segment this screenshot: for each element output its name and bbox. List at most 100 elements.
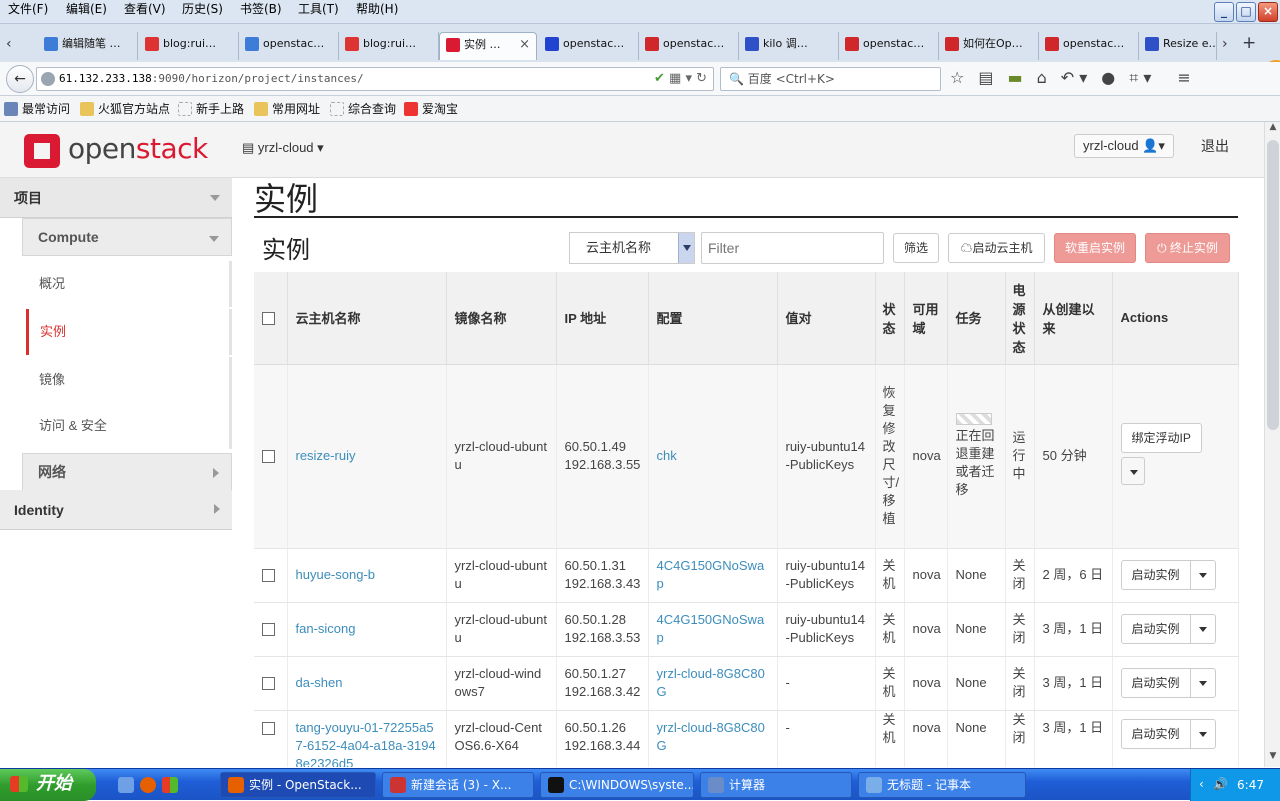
taskbar-task-3[interactable]: 计算器	[700, 772, 852, 798]
sidebar-item-access-security[interactable]: 访问 & 安全	[26, 403, 232, 449]
flavor-link[interactable]: chk	[657, 448, 677, 463]
minimize-button[interactable]: _	[1214, 2, 1234, 22]
instance-name-link[interactable]: da-shen	[296, 675, 343, 690]
tab-0[interactable]: 编辑随笔 …	[38, 32, 138, 60]
tab-5[interactable]: openstac…	[539, 32, 639, 60]
soft-reboot-button[interactable]: 软重启实例	[1054, 233, 1136, 263]
flavor-cell[interactable]: 4C4G150GNoSwap	[648, 602, 778, 657]
tab-3[interactable]: blog:rui…	[339, 32, 439, 60]
firefox-icon[interactable]	[140, 777, 156, 793]
start-instance-button[interactable]: 启动实例	[1122, 615, 1191, 643]
row-checkbox[interactable]	[262, 450, 275, 464]
page-scrollbar[interactable]: ▲ ▼	[1264, 122, 1280, 767]
new-tab-icon[interactable]: +	[1242, 33, 1256, 53]
menu-history[interactable]: 历史(S)	[182, 0, 223, 20]
col-age[interactable]: 从创建以来	[1034, 272, 1113, 365]
scroll-up-icon[interactable]: ▲	[1265, 122, 1280, 138]
tab-6[interactable]: openstac…	[639, 32, 739, 60]
instance-name-cell[interactable]: da-shen	[287, 656, 447, 711]
url-bar[interactable]: 61.132.233.138:9090/horizon/project/inst…	[36, 67, 714, 91]
col-status[interactable]: 状态	[875, 272, 905, 365]
select-all-checkbox-cell[interactable]	[254, 272, 288, 365]
logout-link[interactable]: 退出	[1201, 136, 1229, 156]
search-input[interactable]: 🔍 百度 <Ctrl+K>	[720, 67, 941, 91]
select-all-checkbox[interactable]	[262, 312, 275, 326]
flavor-link[interactable]: 4C4G150GNoSwap	[657, 558, 765, 591]
instance-name-link[interactable]: fan-sicong	[296, 621, 356, 636]
instance-name-link[interactable]: resize-ruiy	[296, 448, 356, 463]
row-checkbox[interactable]	[262, 677, 275, 691]
bookmark-common-sites[interactable]: 常用网址	[254, 100, 320, 118]
user-menu[interactable]: yrzl-cloud 👤▾	[1074, 134, 1174, 158]
col-flavor[interactable]: 配置	[648, 272, 778, 365]
sidebar-item-overview[interactable]: 概况	[26, 261, 232, 307]
taskbar-task-1[interactable]: 新建会话 (3) - X...	[382, 772, 534, 798]
project-selector[interactable]: ▤ yrzl-cloud ▾	[242, 140, 324, 156]
start-instance-button[interactable]: 启动实例	[1122, 669, 1191, 697]
bookmark-most-visited[interactable]: 最常访问	[4, 100, 70, 118]
tray-arrow-icon[interactable]: ‹	[1199, 777, 1204, 791]
menu-edit[interactable]: 编辑(E)	[66, 0, 107, 20]
col-task[interactable]: 任务	[947, 272, 1006, 365]
sidebar-identity[interactable]: Identity	[0, 490, 232, 530]
start-button[interactable]: 开始	[0, 769, 96, 801]
flavor-cell[interactable]: yrzl-cloud-8G8C80G	[648, 656, 778, 711]
instance-name-link[interactable]: tang-youyu-01-72255a57-6152-4a04-a18a-31…	[296, 720, 436, 768]
sidebar-compute[interactable]: Compute	[22, 218, 232, 256]
chat-icon[interactable]: ●	[1101, 68, 1115, 92]
scrollbar-thumb[interactable]	[1267, 140, 1279, 430]
more-actions-dropdown[interactable]	[1120, 456, 1145, 485]
back-button[interactable]: ←	[6, 65, 34, 93]
windows-icon[interactable]	[162, 777, 178, 793]
shield-icon[interactable]: ✔ ▦ ▾ ↻	[654, 71, 707, 86]
filter-button[interactable]: 筛选	[893, 233, 939, 263]
row-checkbox[interactable]	[262, 623, 275, 637]
tab-4[interactable]: 实例 … ×	[439, 32, 537, 60]
flavor-cell[interactable]: chk	[648, 364, 778, 549]
instance-name-cell[interactable]: tang-youyu-01-72255a57-6152-4a04-a18a-31…	[287, 710, 447, 768]
tab-9[interactable]: 如何在Op…	[939, 32, 1039, 60]
home-icon[interactable]: ⌂	[1037, 68, 1047, 92]
col-zone[interactable]: 可用域	[904, 272, 948, 365]
close-tab-icon[interactable]: ×	[519, 33, 530, 57]
row-checkbox-cell[interactable]	[254, 602, 288, 657]
hamburger-menu-icon[interactable]: ≡	[1177, 68, 1190, 92]
volume-icon[interactable]: 🔊	[1213, 777, 1228, 791]
tab-8[interactable]: openstac…	[839, 32, 939, 60]
downloads-icon[interactable]: ▬	[1007, 68, 1022, 92]
site-identity-icon[interactable]	[41, 72, 55, 86]
row-checkbox[interactable]	[262, 569, 275, 583]
more-actions-dropdown[interactable]	[1191, 561, 1215, 589]
flavor-link[interactable]: yrzl-cloud-8G8C80G	[657, 666, 765, 699]
row-checkbox-cell[interactable]	[254, 710, 288, 767]
start-instance-button[interactable]: 启动实例	[1122, 561, 1191, 589]
instance-name-cell[interactable]: resize-ruiy	[287, 364, 447, 549]
tabs-scroll-right-icon[interactable]: ›	[1222, 36, 1228, 52]
bookmark-firefox-site[interactable]: 火狐官方站点	[80, 100, 170, 118]
menu-tools[interactable]: 工具(T)	[298, 0, 339, 20]
sidebar-network[interactable]: 网络	[22, 453, 232, 491]
show-desktop-icon[interactable]	[118, 777, 134, 793]
url-text[interactable]: 61.132.233.138:9090/horizon/project/inst…	[59, 68, 364, 90]
col-image[interactable]: 镜像名称	[446, 272, 557, 365]
flavor-cell[interactable]: yrzl-cloud-8G8C80G	[648, 710, 778, 767]
sidebar-project[interactable]: 项目	[0, 178, 232, 218]
bookmark-star-icon[interactable]: ☆	[950, 68, 964, 92]
tab-10[interactable]: openstac…	[1039, 32, 1139, 60]
bookmark-taobao[interactable]: 爱淘宝	[404, 100, 458, 118]
reading-list-icon[interactable]: ▤	[978, 68, 993, 92]
menu-help[interactable]: 帮助(H)	[356, 0, 398, 20]
close-window-button[interactable]: ×	[1258, 2, 1278, 22]
tabs-scroll-left-icon[interactable]: ‹	[6, 36, 12, 52]
undo-icon[interactable]: ↶ ▾	[1061, 68, 1088, 92]
crop-icon[interactable]: ⌗ ▾	[1129, 68, 1151, 92]
col-power[interactable]: 电源状态	[1005, 272, 1035, 365]
flavor-link[interactable]: 4C4G150GNoSwap	[657, 612, 765, 645]
row-checkbox[interactable]	[262, 721, 275, 735]
terminate-button[interactable]: ⏻ 终止实例	[1145, 233, 1230, 263]
filter-field-select[interactable]: 云主机名称	[569, 232, 695, 264]
taskbar-task-2[interactable]: C:\WINDOWS\syste...	[540, 772, 694, 798]
taskbar-task-0[interactable]: 实例 - OpenStack...	[220, 772, 376, 798]
instance-name-cell[interactable]: fan-sicong	[287, 602, 447, 657]
col-name[interactable]: 云主机名称	[287, 272, 447, 365]
